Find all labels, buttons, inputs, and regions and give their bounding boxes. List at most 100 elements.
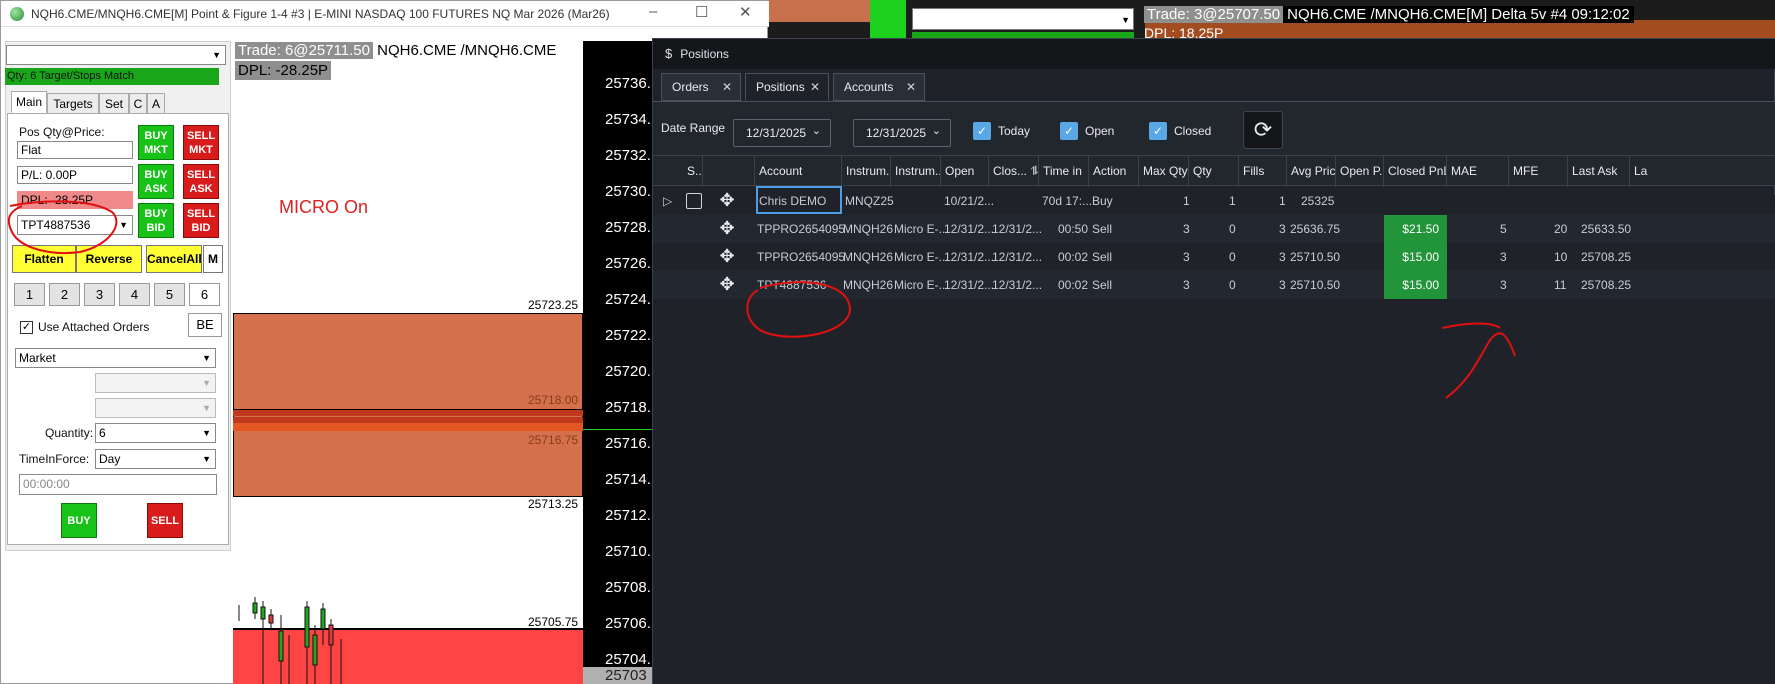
candlestick-bars: [238, 597, 342, 684]
col-status[interactable]: S...: [683, 156, 703, 187]
table-row[interactable]: ✥ TPPRO2654095 MNQH26 Micro E-... 12/31/…: [653, 215, 1775, 243]
chart-window-titlebar[interactable]: NQH6.CME/MNQH6.CME[M] Point & Figure 1-4…: [1, 1, 769, 27]
use-attached-orders-checkbox[interactable]: ✓: [20, 321, 33, 334]
price2-select-disabled[interactable]: ▼: [95, 398, 216, 418]
col-account[interactable]: Account: [755, 156, 842, 187]
cell-max-qty: 3: [1183, 278, 1190, 292]
cell-fills: 1: [1279, 194, 1286, 208]
buy-market-button[interactable]: BUY MKT: [138, 125, 174, 160]
col-open[interactable]: Open: [941, 156, 989, 187]
close-window-button[interactable]: ✕: [739, 3, 752, 21]
col-max-qty[interactable]: Max Qty: [1139, 156, 1189, 187]
axis-tick: 25736.: [605, 75, 651, 92]
col-last[interactable]: La: [1630, 156, 1775, 187]
price-label-top: 25723.25: [528, 298, 579, 312]
quick-qty-2-button[interactable]: 2: [49, 283, 80, 306]
sell-ask-button[interactable]: SELL ASK: [183, 164, 219, 199]
account-select[interactable]: TPT4887536 ▼: [17, 215, 133, 235]
price-axis[interactable]: 25736. 25734. 25732. 25730. 25728. 25726…: [583, 41, 653, 684]
quick-qty-1-button[interactable]: 1: [14, 283, 45, 306]
price-select-disabled[interactable]: ▼: [95, 373, 216, 393]
time-field[interactable]: 00:00:00: [19, 474, 217, 495]
row-select-checkbox[interactable]: [686, 193, 702, 209]
sell-button[interactable]: SELL: [147, 503, 183, 538]
close-tab-icon[interactable]: ✕: [906, 74, 916, 100]
col-open-pnl[interactable]: Open P...: [1336, 156, 1384, 187]
tab-targets[interactable]: Targets: [47, 93, 99, 115]
tab-positions[interactable]: Positions ✕: [745, 73, 829, 101]
quantity-select[interactable]: 6 ▼: [95, 423, 216, 443]
col-instrument[interactable]: Instrum...: [842, 156, 891, 187]
maximize-button[interactable]: ☐: [695, 3, 708, 21]
cell-time-in: 00:50: [1058, 222, 1089, 236]
cancel-all-button[interactable]: CancelAll: [146, 245, 202, 273]
col-avg-price[interactable]: Avg Price: [1287, 156, 1336, 187]
tab-accounts[interactable]: Accounts ✕: [833, 73, 925, 101]
cell-close: 12/31/2...: [992, 278, 1043, 292]
add-bracket-icon[interactable]: ✥: [719, 191, 735, 209]
price-band-3: [233, 423, 583, 431]
date-from-picker[interactable]: 12/31/2025 ⌄: [733, 119, 831, 147]
col-last-ask[interactable]: Last Ask: [1568, 156, 1630, 187]
buy-ask-button[interactable]: BUY ASK: [138, 164, 174, 199]
window-title: NQH6.CME/MNQH6.CME[M] Point & Figure 1-4…: [31, 7, 610, 21]
cell-qty: 0: [1229, 222, 1236, 236]
col-time-in[interactable]: Time in: [1039, 156, 1089, 187]
table-row[interactable]: ▷ ✥ Chris DEMO MNQZ25 10/21/2... 70d 17:…: [653, 186, 1775, 215]
cell-max-qty: 1: [1183, 194, 1190, 208]
closed-checkbox[interactable]: ✓: [1149, 122, 1167, 140]
cell-mfe: 10: [1554, 250, 1568, 264]
right-chart-select[interactable]: ▼: [912, 8, 1134, 30]
sell-bid-button[interactable]: SELL BID: [183, 203, 219, 238]
close-tab-icon[interactable]: ✕: [810, 74, 820, 100]
order-type-select[interactable]: Market ▼: [15, 348, 216, 368]
quick-qty-4-button[interactable]: 4: [119, 283, 150, 306]
col-action[interactable]: Action: [1089, 156, 1139, 187]
quick-qty-6-button[interactable]: 6: [189, 283, 220, 306]
cell-account: TPPRO2654095: [757, 250, 846, 264]
tab-main[interactable]: Main: [11, 91, 47, 113]
refresh-icon[interactable]: ⟳: [1243, 111, 1283, 149]
buy-button[interactable]: BUY: [61, 503, 97, 538]
col-closed-pnl[interactable]: Closed PnL: [1384, 156, 1447, 187]
m-button[interactable]: M: [203, 245, 223, 273]
table-row[interactable]: ✥ TPPRO2654095 MNQH26 Micro E-... 12/31/…: [653, 243, 1775, 271]
sort-icon: ⥮: [1030, 164, 1039, 178]
cell-last-ask: 25708.25: [1581, 278, 1632, 292]
col-qty[interactable]: Qty: [1189, 156, 1239, 187]
col-mae[interactable]: MAE: [1447, 156, 1509, 187]
close-tab-icon[interactable]: ✕: [722, 74, 732, 100]
table-row[interactable]: ✥ TPT4887536 MNQH26 Micro E-... 12/31/2.…: [653, 271, 1775, 299]
tab-a[interactable]: A: [147, 93, 165, 115]
quick-qty-3-button[interactable]: 3: [84, 283, 115, 306]
add-bracket-icon[interactable]: ✥: [719, 247, 735, 265]
col-mfe[interactable]: MFE: [1509, 156, 1568, 187]
minimize-button[interactable]: –: [649, 3, 657, 20]
positions-titlebar[interactable]: $ Positions: [653, 39, 1775, 69]
cell-mfe: 20: [1554, 222, 1568, 236]
open-checkbox[interactable]: ✓: [1060, 122, 1078, 140]
date-to-picker[interactable]: 12/31/2025 ⌄: [853, 119, 951, 147]
col-instrument-name[interactable]: Instrum...: [891, 156, 941, 187]
col-expand[interactable]: [703, 156, 755, 187]
tab-set[interactable]: Set: [99, 93, 129, 115]
dpl-banner: DPL: -28.25P: [235, 61, 332, 80]
tab-c[interactable]: C: [129, 93, 147, 115]
axis-tick: 25728.: [605, 219, 651, 236]
expand-row-icon[interactable]: ▷: [663, 187, 672, 215]
tab-orders[interactable]: Orders ✕: [661, 73, 741, 101]
account-group-select[interactable]: ▼: [6, 45, 226, 65]
be-button[interactable]: BE: [188, 313, 222, 337]
flatten-button[interactable]: Flatten: [12, 245, 76, 273]
buy-bid-button[interactable]: BUY BID: [138, 203, 174, 238]
quick-qty-5-button[interactable]: 5: [154, 283, 185, 306]
add-bracket-icon[interactable]: ✥: [719, 275, 735, 293]
reverse-button[interactable]: Reverse: [76, 245, 142, 273]
add-bracket-icon[interactable]: ✥: [719, 219, 735, 237]
col-fills[interactable]: Fills: [1239, 156, 1287, 187]
today-checkbox[interactable]: ✓: [973, 122, 991, 140]
col-close[interactable]: Clos... ⥮: [989, 156, 1039, 187]
tif-select[interactable]: Day ▼: [95, 449, 216, 469]
date-range-label: Date Range: [661, 121, 726, 135]
sell-market-button[interactable]: SELL MKT: [183, 125, 219, 160]
